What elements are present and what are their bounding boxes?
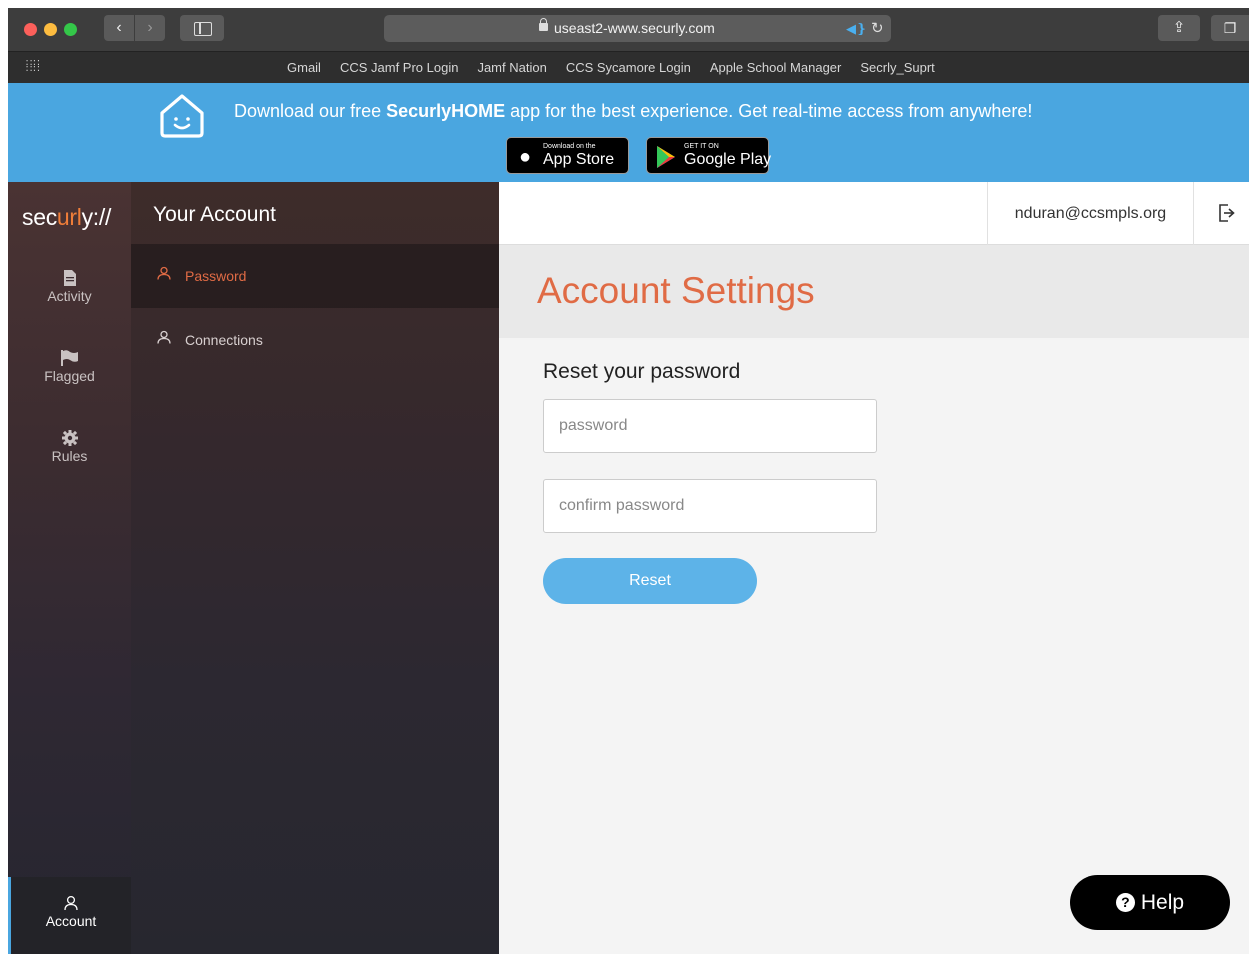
account-subnav: Your Account Password Connections <box>131 182 499 954</box>
bookmark-jamf-nation[interactable]: Jamf Nation <box>477 52 546 84</box>
lock-icon <box>539 18 548 31</box>
subnav-item-password[interactable]: Password <box>131 244 499 308</box>
url-text: useast2-www.securly.com <box>554 20 715 36</box>
document-icon <box>63 270 76 286</box>
user-icon <box>64 895 78 911</box>
bookmark-ccs-sycamore-login[interactable]: CCS Sycamore Login <box>566 52 691 84</box>
show-tabs-button[interactable]: ❐ <box>1211 15 1249 41</box>
top-bar: nduran@ccsmpls.org <box>499 182 1249 245</box>
apps-grid-icon[interactable]: ∷∷ ∷∷ <box>26 59 42 75</box>
reload-icon[interactable]: ↻ <box>871 15 884 42</box>
nav-activity[interactable]: Activity <box>8 270 131 304</box>
address-bar[interactable]: useast2-www.securly.com ◀❵ ↻ <box>384 15 891 42</box>
confirm-password-input[interactable] <box>543 479 877 533</box>
bookmark-gmail[interactable]: Gmail <box>287 52 321 84</box>
main-content: Reset your password Reset <box>499 338 1249 954</box>
share-button[interactable]: ⇪ <box>1158 15 1200 41</box>
subnav-title: Your Account <box>153 203 276 226</box>
sidebar-toggle-button[interactable] <box>180 15 224 41</box>
house-icon <box>160 94 204 138</box>
banner-message: Download our free SecurlyHOME app for th… <box>234 101 1033 121</box>
left-nav-rail: securly:// Activity Flagged Rules Accoun… <box>8 182 131 954</box>
google-play-button[interactable]: GET IT ON Google Play <box>646 137 771 174</box>
bookmark-secrly-suprt[interactable]: Secrly_Suprt <box>860 52 934 84</box>
nav-account[interactable]: Account <box>8 877 131 954</box>
heading-band: Account Settings <box>499 245 1249 338</box>
app-store-button[interactable]: ● Download on the App Store <box>506 137 629 174</box>
bookmarks-bar: ∷∷ ∷∷ Gmail CCS Jamf Pro Login Jamf Natio… <box>8 51 1249 83</box>
download-app-banner: Download our free SecurlyHOME app for th… <box>8 83 1249 182</box>
nav-rules[interactable]: Rules <box>8 430 131 464</box>
bookmark-apple-school-manager[interactable]: Apple School Manager <box>710 52 842 84</box>
reset-button[interactable]: Reset <box>543 558 757 604</box>
securly-logo: securly:// <box>22 204 112 230</box>
browser-titlebar: ‹ › useast2-www.securly.com ◀❵ ↻ ⇪ ❐ <box>8 8 1249 51</box>
forward-button[interactable]: › <box>135 15 165 41</box>
speaker-icon[interactable]: ◀❵ <box>846 15 867 42</box>
section-title: Reset your password <box>543 360 741 383</box>
minimize-window-button[interactable] <box>44 23 57 36</box>
maximize-window-button[interactable] <box>64 23 77 36</box>
password-input[interactable] <box>543 399 877 453</box>
help-button[interactable]: ? Help <box>1070 875 1230 930</box>
user-email[interactable]: nduran@ccsmpls.org <box>987 182 1194 245</box>
subnav-item-connections[interactable]: Connections <box>131 308 499 372</box>
nav-flagged[interactable]: Flagged <box>8 350 131 384</box>
apple-icon: ● <box>519 146 532 168</box>
page-title: Account Settings <box>537 270 815 311</box>
google-play-icon <box>657 146 675 168</box>
user-icon <box>157 266 171 280</box>
question-icon: ? <box>1115 893 1135 912</box>
back-button[interactable]: ‹ <box>104 15 134 41</box>
gear-icon <box>61 430 78 446</box>
bookmark-ccs-jamf-pro-login[interactable]: CCS Jamf Pro Login <box>340 52 459 84</box>
logout-icon[interactable] <box>1219 204 1235 222</box>
user-icon <box>157 330 171 344</box>
flag-icon <box>60 350 78 366</box>
close-window-button[interactable] <box>24 23 37 36</box>
